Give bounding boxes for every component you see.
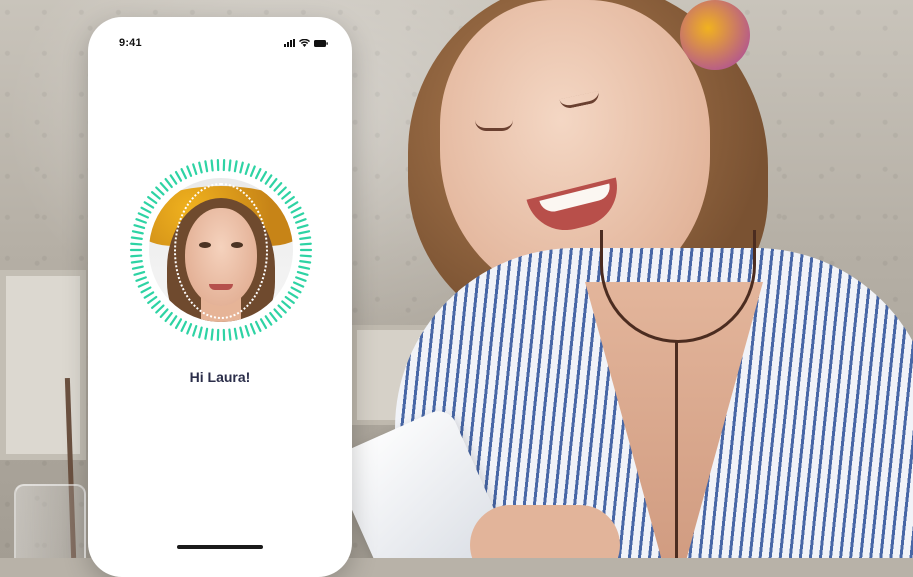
status-bar: 9:41: [88, 17, 352, 67]
scan-ring-tick: [145, 292, 153, 297]
scan-ring-tick: [193, 164, 196, 174]
scan-ring-tick: [270, 179, 276, 187]
scan-ring-tick: [292, 288, 301, 293]
battery-icon: [314, 40, 328, 47]
scan-ring-tick: [279, 306, 286, 313]
scan-ring-tick: [139, 213, 148, 217]
scan-ring-tick: [286, 297, 294, 303]
scan-ring-tick: [294, 213, 303, 217]
scan-ring-tick: [235, 329, 237, 339]
scan-ring-tick: [240, 328, 242, 338]
scan-ring-tick: [282, 301, 290, 307]
scan-ring-tick: [296, 219, 305, 222]
scan-ring-tick: [256, 169, 260, 178]
scan-ring-tick: [134, 225, 144, 228]
scan-ring-tick: [246, 326, 249, 336]
scan-ring-tick: [133, 231, 143, 233]
scan-ring-tick: [251, 167, 255, 176]
scan-ring-tick: [212, 160, 213, 170]
phone-screen: 9:41 Hi Laura!: [88, 17, 352, 577]
scan-ring-tick: [142, 288, 151, 293]
scan-ring-tick: [300, 237, 310, 238]
face-scan: [128, 157, 314, 343]
signal-icon: [284, 39, 295, 47]
scan-ring-tick: [235, 161, 237, 171]
wall-frame-left: [0, 270, 86, 460]
necklace-cord: [675, 340, 678, 558]
scan-ring-tick: [161, 309, 168, 316]
wifi-icon: [299, 39, 310, 47]
scan-ring-tick: [212, 330, 213, 340]
scan-ring-tick: [131, 256, 141, 257]
scan-ring-tick: [131, 244, 141, 245]
scan-ring-tick: [246, 164, 249, 174]
scan-ring-tick: [171, 316, 177, 324]
scan-ring-tick: [136, 219, 145, 222]
scan-ring-tick: [205, 329, 207, 339]
scan-ring-tick: [289, 292, 297, 297]
scan-ring-tick: [275, 183, 282, 190]
greeting-text: Hi Laura!: [88, 369, 352, 385]
scan-ring-tick: [136, 277, 145, 280]
scan-ring-tick: [134, 272, 144, 275]
scan-ring-tick: [193, 326, 196, 336]
status-icons: [284, 39, 328, 47]
scan-ring-tick: [156, 187, 163, 194]
scan-ring-tick: [187, 324, 191, 333]
scan-ring-tick: [199, 328, 201, 338]
scan-ring-tick: [299, 231, 309, 233]
scan-ring-tick: [266, 316, 272, 324]
scan-ring-tick: [301, 244, 311, 245]
scan-ring-tick: [261, 172, 266, 181]
scan-ring-tick: [148, 297, 156, 303]
scan-ring-tick: [199, 163, 201, 173]
scan-ring-tick: [133, 267, 143, 269]
scan-ring-tick: [156, 306, 163, 313]
scan-ring-tick: [171, 175, 177, 183]
scan-ring-tick: [139, 283, 148, 287]
scan-ring-tick: [166, 179, 172, 187]
scan-ring-tick: [176, 172, 181, 181]
scan-ring-tick: [166, 313, 172, 321]
scan-ring-tick: [296, 277, 305, 280]
scan-ring-tick: [298, 225, 308, 228]
scan-ring-tick: [152, 301, 160, 307]
scan-ring-tick: [266, 175, 272, 183]
woman-eye-left: [475, 120, 513, 131]
scan-ring-tick: [294, 283, 303, 287]
scan-ring-tick: [161, 183, 168, 190]
scan-ring-tick: [275, 309, 282, 316]
scan-ring-tick: [300, 261, 310, 262]
scan-ring-tick: [132, 237, 142, 238]
scan-ring-tick: [251, 324, 255, 333]
scan-ring-tick: [229, 160, 230, 170]
scan-ring-tick: [229, 330, 230, 340]
scan-ring-tick: [205, 161, 207, 171]
glass-jar: [14, 484, 86, 558]
scan-ring-tick: [240, 163, 242, 173]
scan-ring-tick: [256, 322, 260, 331]
scan-ring-tick: [301, 256, 311, 257]
scan-ring-tick: [182, 169, 186, 178]
scan-ring-tick: [298, 272, 308, 275]
woman-headband: [680, 0, 750, 70]
scan-ring-tick: [182, 322, 186, 331]
face-detection-oval: [174, 183, 268, 319]
home-indicator[interactable]: [177, 545, 263, 549]
scan-ring-tick: [270, 313, 276, 321]
scan-ring-tick: [299, 267, 309, 269]
woman-hand: [470, 505, 620, 558]
scan-ring-tick: [187, 167, 191, 176]
status-time: 9:41: [119, 37, 142, 49]
scan-ring-tick: [132, 261, 142, 262]
scan-ring-tick: [279, 187, 286, 194]
